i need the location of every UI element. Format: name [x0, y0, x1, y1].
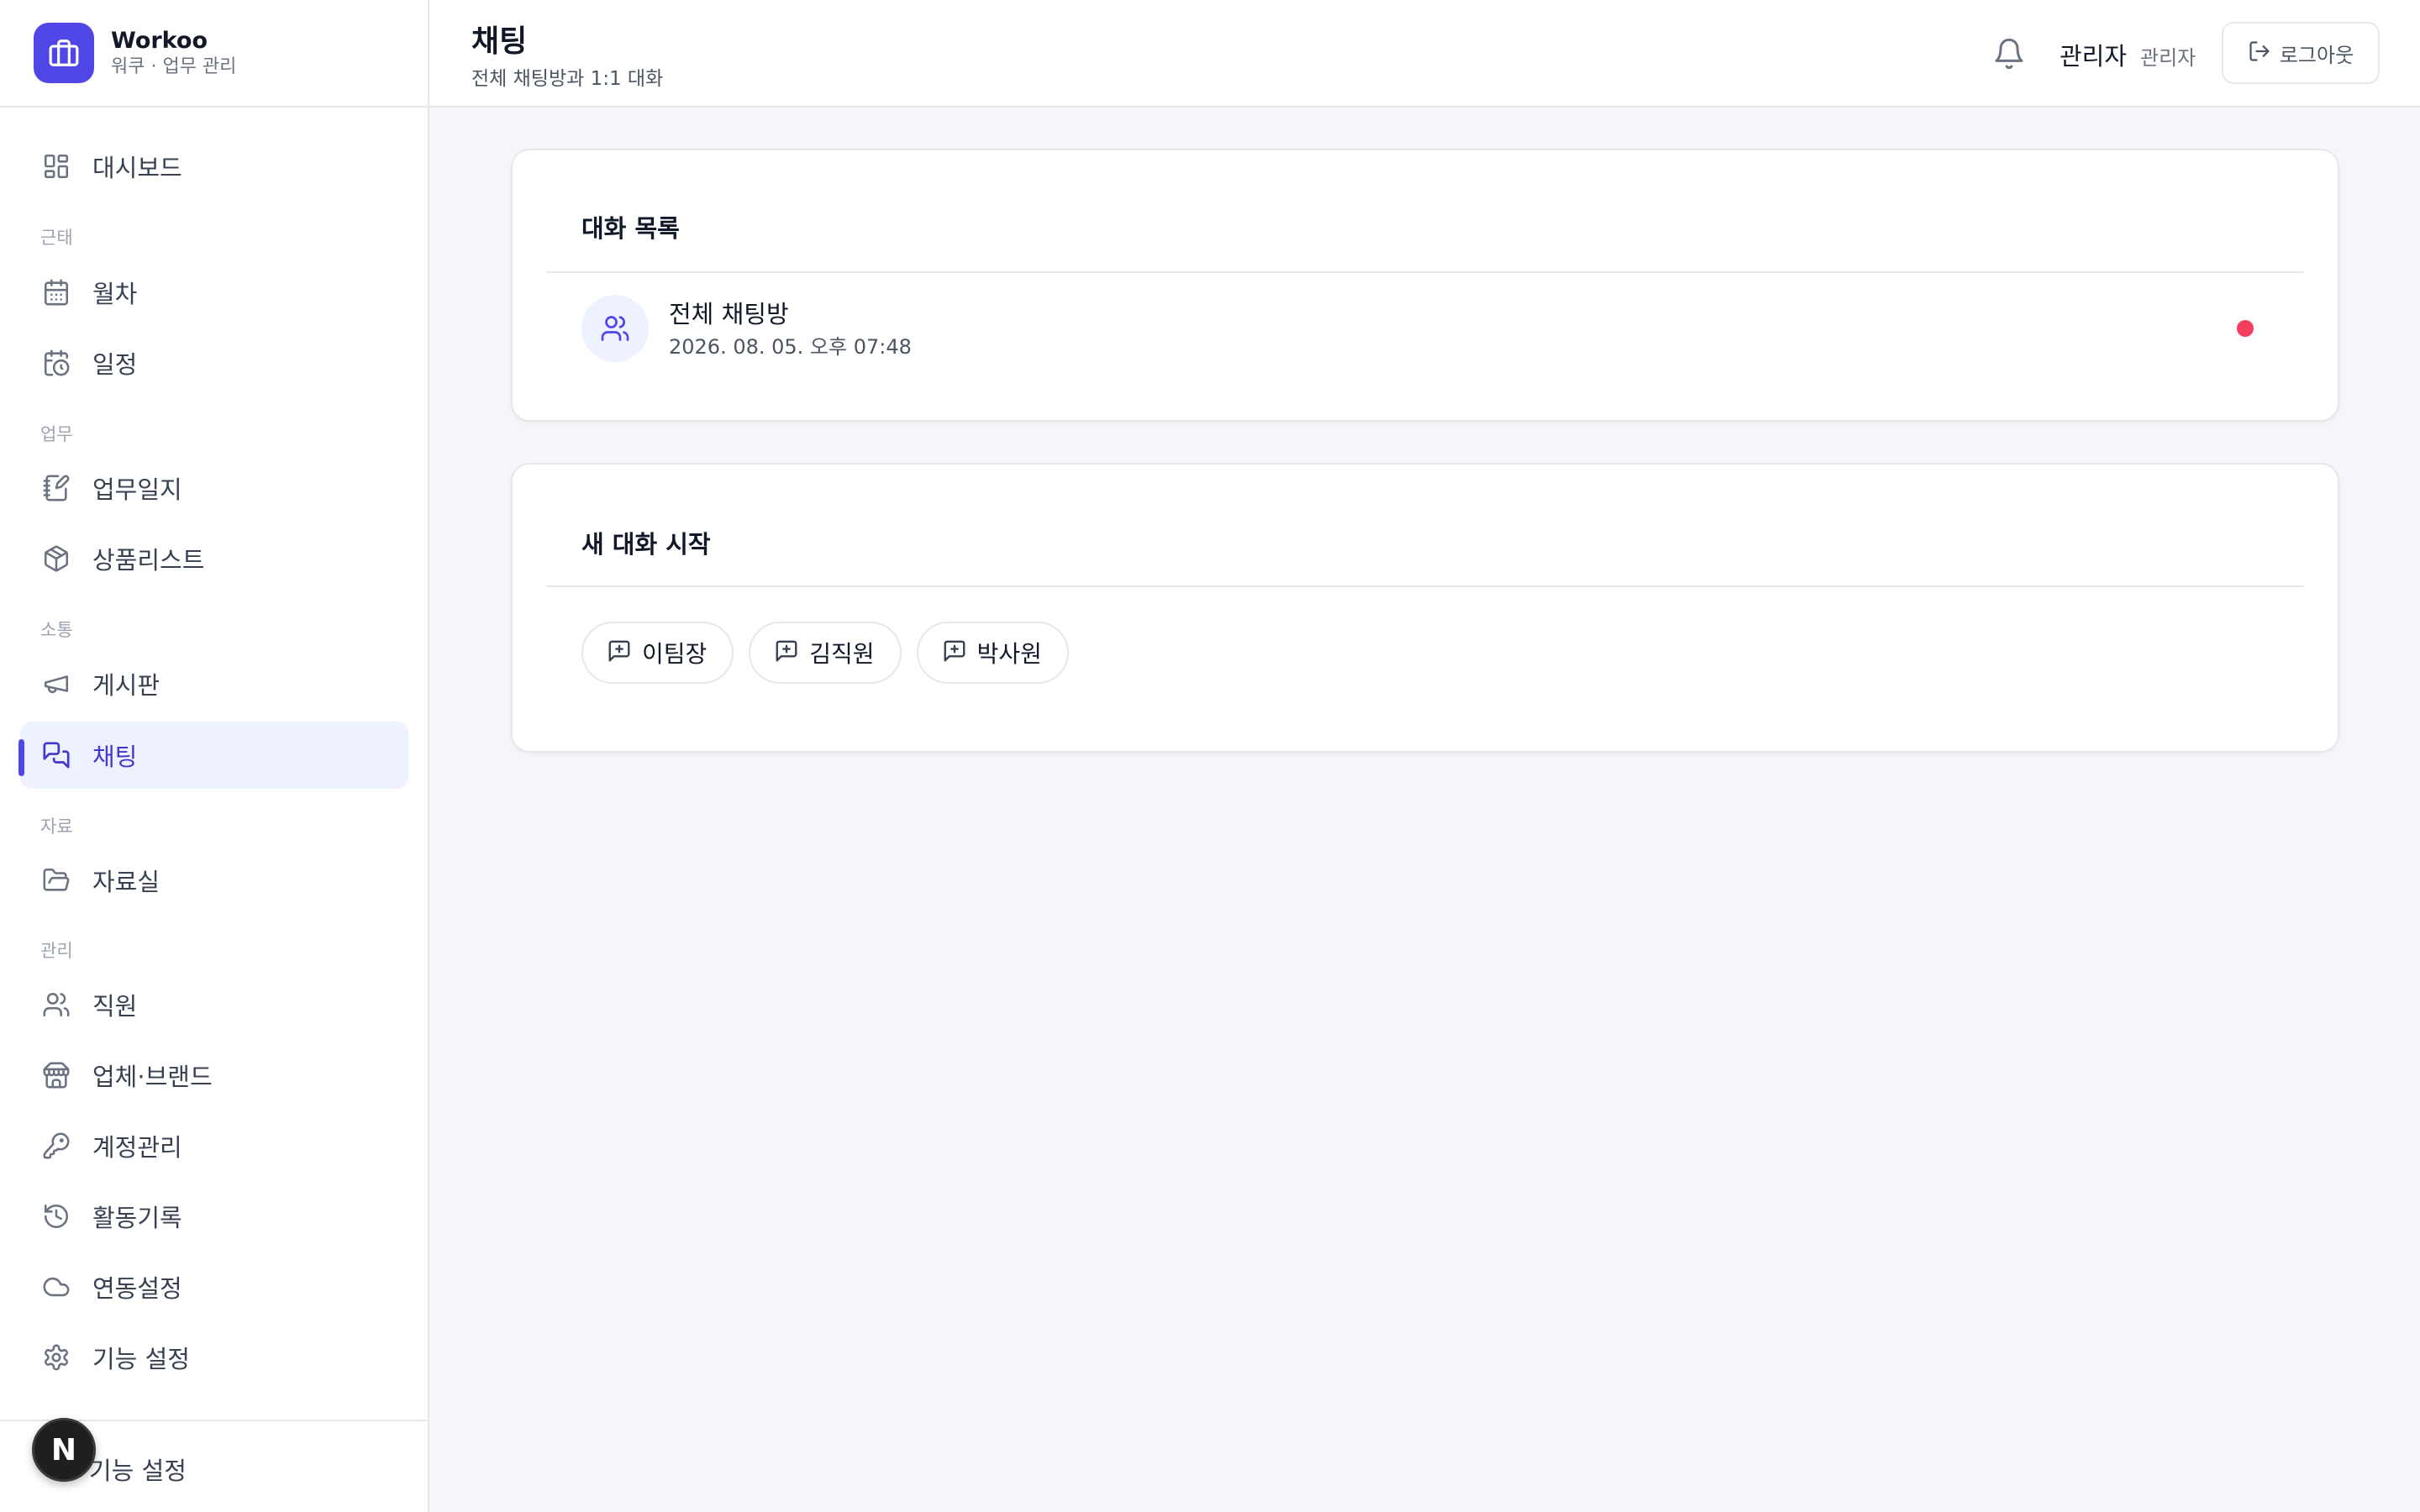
conversation-item[interactable]: 전체 채팅방 2026. 08. 05. 오후 07:48 — [581, 295, 2272, 362]
dev-tools-badge[interactable]: N — [32, 1418, 96, 1482]
conversation-name: 전체 채팅방 — [669, 300, 789, 328]
sidebar-item-label: 자료실 — [92, 868, 160, 896]
sidebar-item-label: 기능 설정 — [92, 1345, 190, 1373]
bell-icon[interactable] — [1992, 37, 2026, 71]
store-icon — [40, 1059, 72, 1091]
conversation-list-card: 대화 목록 전체 채팅방 2026. 08. 05. 오후 07:48 — [511, 149, 2339, 422]
sidebar-item-account-management[interactable]: 계정관리 — [20, 1112, 408, 1179]
person-chip-list: 이팀장 김직원 박사원 — [581, 622, 1084, 684]
chip-label: 박사원 — [976, 640, 1042, 668]
sidebar-item-label: 일정 — [92, 350, 138, 379]
brand-name: Workoo — [111, 28, 208, 54]
logout-label: 로그아웃 — [2279, 43, 2354, 67]
sidebar-item-label: 월차 — [92, 280, 138, 308]
brand-subtitle: 워쿠 · 업무 관리 — [111, 56, 237, 77]
users-icon — [40, 989, 72, 1021]
briefcase-icon — [34, 23, 94, 83]
sidebar-item-label: 활동기록 — [92, 1204, 182, 1232]
sidebar-item-employees[interactable]: 직원 — [20, 971, 408, 1038]
group-users-icon — [581, 295, 649, 362]
notebook-pen-icon — [40, 472, 72, 504]
sidebar-item-label: 직원 — [92, 992, 138, 1021]
nav-section-resources: 자료 — [40, 816, 73, 837]
folder-open-icon — [40, 864, 72, 896]
sidebar-item-chat[interactable]: 채팅 — [20, 722, 408, 789]
sidebar-item-activity-log[interactable]: 활동기록 — [20, 1183, 408, 1250]
start-chat-button-lee[interactable]: 이팀장 — [581, 622, 734, 684]
logout-icon — [2248, 39, 2271, 66]
start-chat-button-kim[interactable]: 김직원 — [749, 622, 902, 684]
active-indicator — [18, 739, 24, 776]
sidebar-item-label: 업무일지 — [92, 475, 182, 504]
calendar-icon — [40, 276, 72, 308]
unread-indicator — [2237, 320, 2254, 337]
nav-section-communication: 소통 — [40, 620, 73, 640]
sidebar-item-library[interactable]: 자료실 — [20, 847, 408, 914]
key-icon — [40, 1130, 72, 1162]
calendar-clock-icon — [40, 347, 72, 379]
sidebar-item-label: 업체·브랜드 — [92, 1063, 213, 1091]
divider — [546, 585, 2304, 587]
sidebar-item-label: 게시판 — [92, 671, 160, 700]
nav-section-management: 관리 — [40, 941, 73, 961]
new-chat-card: 새 대화 시작 이팀장 김직원 박사원 — [511, 463, 2339, 753]
user-name: 관리자 — [2060, 42, 2128, 71]
conversation-list-title: 대화 목록 — [581, 214, 680, 243]
new-chat-title: 새 대화 시작 — [581, 530, 711, 559]
sidebar-item-integration-settings[interactable]: 연동설정 — [20, 1253, 408, 1320]
sidebar-item-label: 대시보드 — [92, 154, 182, 182]
logout-button[interactable]: 로그아웃 — [2222, 22, 2380, 84]
sidebar-item-work-log[interactable]: 업무일지 — [20, 454, 408, 522]
brand-header[interactable]: Workoo 워쿠 · 업무 관리 — [0, 0, 428, 108]
top-header: 채팅 전체 채팅방과 1:1 대화 관리자 관리자 로그아웃 — [429, 0, 2420, 108]
cloud-icon — [40, 1271, 72, 1303]
sidebar-item-label: 연동설정 — [92, 1274, 182, 1303]
sidebar-item-label: 계정관리 — [92, 1133, 182, 1162]
conversation-timestamp: 2026. 08. 05. 오후 07:48 — [669, 335, 912, 359]
sidebar-item-dashboard[interactable]: 대시보드 — [20, 133, 408, 200]
divider — [546, 271, 2304, 273]
sidebar-item-schedule[interactable]: 일정 — [20, 329, 408, 396]
chip-label: 이팀장 — [642, 640, 708, 668]
megaphone-icon — [40, 668, 72, 700]
sidebar-item-label: 상품리스트 — [92, 546, 205, 575]
chat-icon — [40, 739, 72, 771]
start-chat-button-park[interactable]: 박사원 — [916, 622, 1069, 684]
message-plus-icon — [942, 638, 967, 667]
page-subtitle: 전체 채팅방과 1:1 대화 — [471, 68, 664, 90]
message-plus-icon — [774, 638, 799, 667]
sidebar-item-vendors-brands[interactable]: 업체·브랜드 — [20, 1042, 408, 1109]
nav-section-work: 업무 — [40, 424, 73, 444]
settings-icon — [40, 1341, 72, 1373]
message-plus-icon — [607, 638, 632, 667]
sidebar-item-feature-settings[interactable]: 기능 설정 — [20, 1324, 408, 1391]
sidebar-item-product-list[interactable]: 상품리스트 — [20, 525, 408, 592]
history-icon — [40, 1200, 72, 1232]
user-role: 관리자 — [2140, 46, 2196, 70]
package-icon — [40, 543, 72, 575]
sidebar: Workoo 워쿠 · 업무 관리 대시보드 근태 월차 일정 업무 업무일지 … — [0, 0, 429, 1512]
sidebar-item-monthly-leave[interactable]: 월차 — [20, 259, 408, 326]
nav-section-attendance: 근태 — [40, 228, 73, 248]
dashboard-icon — [40, 150, 72, 182]
sidebar-item-board[interactable]: 게시판 — [20, 650, 408, 717]
page-title: 채팅 — [471, 24, 528, 59]
sidebar-footer-label: 기능 설정 — [89, 1457, 187, 1485]
sidebar-item-label: 채팅 — [92, 743, 138, 771]
chip-label: 김직원 — [809, 640, 875, 668]
